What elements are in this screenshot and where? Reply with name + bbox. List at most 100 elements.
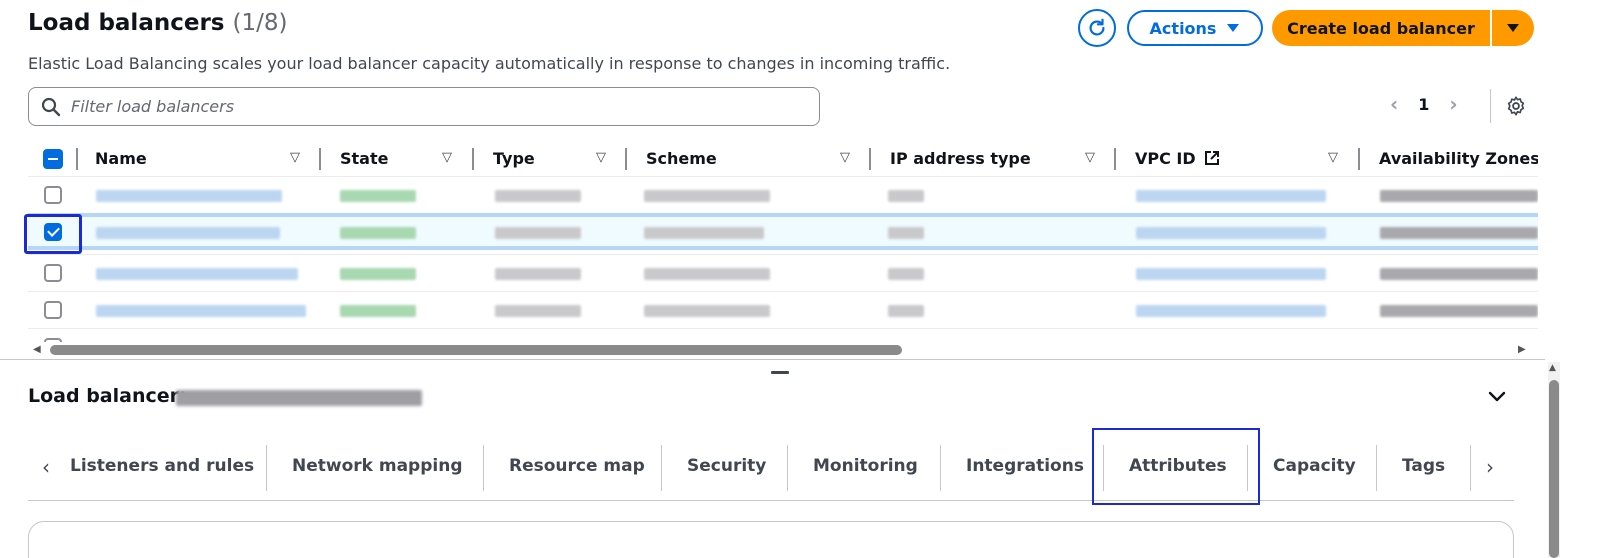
filter-caret-icon[interactable]: ▽ [290, 150, 300, 165]
column-header-name[interactable]: Name [95, 149, 147, 168]
column-header-scheme[interactable]: Scheme [646, 149, 717, 168]
external-link-icon [1205, 151, 1220, 165]
column-separator[interactable] [1114, 148, 1116, 170]
filter-caret-icon[interactable]: ▽ [442, 150, 452, 165]
column-header-availability-zones[interactable]: Availability Zones [1379, 149, 1538, 168]
tab-network-mapping[interactable]: Network mapping [292, 456, 463, 476]
column-separator [76, 148, 78, 170]
table-row[interactable] [28, 176, 1538, 213]
chevron-down-icon [1488, 391, 1506, 402]
tab-resource-map[interactable]: Resource map [509, 456, 645, 476]
tab-content-container [28, 521, 1514, 558]
table-row[interactable] [28, 328, 1538, 342]
row-ip-type [888, 305, 924, 317]
filter-caret-icon[interactable]: ▽ [596, 150, 606, 165]
row-type [495, 227, 581, 239]
filter-field[interactable] [28, 87, 820, 126]
tab-separator [1470, 445, 1471, 491]
tab-separator [483, 445, 484, 491]
table-row[interactable] [28, 254, 1538, 291]
tab-integrations[interactable]: Integrations [966, 456, 1084, 476]
column-separator[interactable] [1358, 148, 1360, 170]
row-vpc-id-link[interactable] [1136, 227, 1326, 239]
caret-down-icon [1227, 24, 1240, 32]
scroll-up-icon[interactable]: ▲ [1549, 363, 1556, 373]
tab-monitoring[interactable]: Monitoring [813, 456, 918, 476]
pagination: ‹ 1 › [1390, 92, 1458, 116]
current-page[interactable]: 1 [1418, 95, 1429, 114]
column-header-vpc-id[interactable]: VPC ID [1135, 149, 1220, 168]
row-vpc-id-link[interactable] [1136, 268, 1326, 280]
row-name-link[interactable] [96, 268, 298, 280]
tab-separator [266, 445, 267, 491]
column-separator[interactable] [625, 148, 627, 170]
row-checkbox[interactable] [44, 264, 62, 282]
filter-caret-icon[interactable]: ▽ [1328, 150, 1338, 165]
row-availability-zones [1380, 190, 1538, 202]
row-state [340, 190, 416, 202]
row-type [495, 190, 581, 202]
filter-input[interactable] [71, 97, 771, 116]
row-availability-zones [1380, 227, 1538, 239]
vertical-scrollbar[interactable] [1549, 380, 1559, 558]
tab-tags[interactable]: Tags [1402, 456, 1445, 476]
row-checkbox[interactable] [44, 186, 62, 204]
row-name-link[interactable] [96, 305, 306, 317]
tabs-scroll-left-button[interactable]: ‹ [42, 455, 50, 479]
tab-capacity[interactable]: Capacity [1273, 456, 1356, 476]
filter-caret-icon[interactable]: ▽ [1085, 150, 1095, 165]
row-checkbox-checked[interactable] [44, 223, 62, 241]
row-name-link[interactable] [96, 227, 280, 239]
column-header-state[interactable]: State [340, 149, 388, 168]
row-checkbox[interactable] [44, 301, 62, 319]
tab-separator [787, 445, 788, 491]
row-checkbox[interactable] [44, 338, 62, 342]
actions-button[interactable]: Actions [1127, 10, 1263, 46]
detail-tabs: ‹ Listeners and rules Network mapping Re… [28, 437, 1514, 501]
column-header-ip-address-type[interactable]: IP address type [890, 149, 1031, 168]
create-label: Create load balancer [1287, 18, 1475, 38]
collapse-panel-button[interactable] [1486, 385, 1508, 411]
select-all-checkbox[interactable] [43, 149, 63, 169]
row-scheme [644, 190, 770, 202]
tab-separator [1247, 445, 1248, 491]
tab-attributes[interactable]: Attributes [1129, 456, 1227, 476]
preferences-button[interactable] [1505, 95, 1527, 121]
column-separator[interactable] [319, 148, 321, 170]
scroll-right-icon[interactable]: ▶ [1518, 344, 1526, 355]
row-scheme [644, 227, 764, 239]
row-ip-type [888, 227, 924, 239]
search-icon [41, 97, 61, 116]
row-type [495, 305, 581, 317]
column-separator[interactable] [869, 148, 871, 170]
row-ip-type [888, 268, 924, 280]
row-state [340, 268, 416, 280]
detail-load-balancer-name [176, 390, 422, 406]
column-header-type[interactable]: Type [493, 149, 535, 168]
tabs-scroll-right-button[interactable]: › [1486, 455, 1494, 479]
refresh-button[interactable] [1078, 9, 1116, 47]
row-name-link[interactable] [96, 190, 282, 202]
row-vpc-id-link[interactable] [1136, 305, 1326, 317]
chevron-left-icon[interactable]: ‹ [1390, 92, 1398, 116]
create-load-balancer-button[interactable]: Create load balancer [1272, 10, 1490, 46]
filter-caret-icon[interactable]: ▽ [840, 150, 850, 165]
create-options-dropdown[interactable] [1492, 10, 1534, 46]
detail-title: Load balancer: [28, 385, 187, 407]
load-balancers-table: Name ▽ State ▽ Type ▽ Scheme ▽ IP addres… [28, 142, 1538, 342]
tab-security[interactable]: Security [687, 456, 766, 476]
row-availability-zones [1380, 305, 1538, 317]
split-panel-drag-handle[interactable] [771, 371, 789, 374]
table-row[interactable] [28, 291, 1538, 328]
row-vpc-id-link[interactable] [1136, 190, 1326, 202]
scroll-left-icon[interactable]: ◀ [33, 344, 41, 355]
selection-count: (1/8) [232, 10, 288, 36]
vpc-id-label: VPC ID [1135, 149, 1196, 168]
caret-down-icon [1507, 24, 1519, 32]
column-separator[interactable] [472, 148, 474, 170]
row-state [340, 227, 416, 239]
chevron-right-icon[interactable]: › [1449, 92, 1457, 116]
tab-listeners-and-rules[interactable]: Listeners and rules [70, 456, 254, 476]
table-row-selected[interactable] [28, 213, 1538, 250]
horizontal-scrollbar[interactable] [50, 345, 902, 355]
